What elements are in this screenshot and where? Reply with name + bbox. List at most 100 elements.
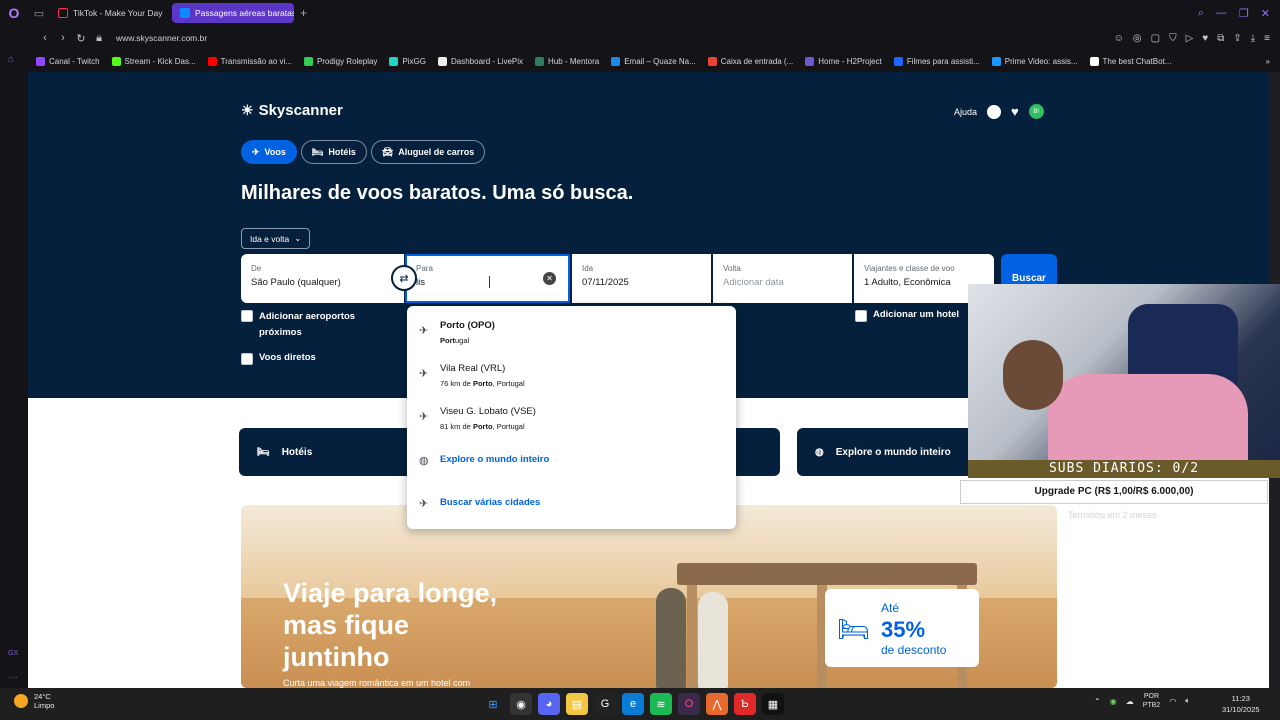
search-icon[interactable]: ⌕ [1198,7,1204,20]
bookmark-item[interactable]: Dashboard - LivePix [438,56,523,66]
bookmark-item[interactable]: Filmes para assisti... [893,56,980,66]
clock[interactable]: 11:23 31/10/2025 [1222,693,1260,715]
back-icon[interactable]: ‹ [36,32,54,44]
minimize-icon[interactable]: — [1216,7,1227,20]
person-head-image [1003,340,1063,410]
avatar[interactable]: BI [1028,104,1044,119]
nearby-airports-checkbox[interactable]: Adicionar aeroportos próximos [241,309,381,341]
suggestion-item[interactable]: ✈ Vila Real (VRL) 76 km de Porto, Portug… [419,363,525,388]
app-red-icon[interactable]: Ƅ [734,693,756,715]
swap-icon[interactable]: ⇄ [391,265,417,291]
file-explorer-icon[interactable]: ▤ [566,693,588,715]
direct-flights-checkbox[interactable]: Voos diretos [241,352,316,365]
url-field[interactable]: www.skyscanner.com.br [116,33,207,43]
new-tab-icon[interactable]: + [300,6,307,20]
add-hotel-checkbox[interactable]: Adicionar um hotel [855,309,959,322]
more-icon[interactable]: ··· [8,672,18,683]
bookmark-item[interactable]: Prodigy Roleplay [303,56,377,66]
obs-icon[interactable]: ◉ [510,693,532,715]
opera-icon[interactable]: O [678,693,700,715]
tab-car-rental[interactable]: 🚘︎ Aluguel de carros [370,140,486,164]
bookmark-item[interactable]: Email – Quaze Na... [611,56,696,66]
bookmark-item[interactable]: Transmissão ao vi... [207,56,292,66]
bookmark-item[interactable]: The best ChatBot... [1089,56,1171,66]
return-label: Volta [723,264,741,273]
close-icon[interactable]: ✕ [1261,7,1270,20]
opera-logo-icon[interactable]: O [0,0,28,26]
tray-app-icon[interactable]: ◉ [1110,697,1117,706]
menu-icon[interactable]: ≡ [1264,33,1270,44]
bookmark-item[interactable]: Home - H2Project [805,56,882,66]
clock-time: 11:23 [1231,694,1250,703]
explore-link: Explore o mundo inteiro [440,454,550,465]
bookmark-item[interactable]: PixGG [389,56,426,66]
app-black-icon[interactable]: ▦ [762,693,784,715]
bookmark-favicon-icon [1089,56,1099,66]
chevron-up-icon[interactable]: ⌃ [1094,697,1101,706]
play-icon[interactable]: ▷ [1186,33,1194,44]
gx-icon[interactable]: GX [8,650,18,657]
share-icon[interactable]: ⇪ [1233,33,1241,44]
app-g-icon[interactable]: G [594,693,616,715]
bookmark-item[interactable]: Hub - Mentora [535,56,599,66]
return-field[interactable]: Volta Adicionar data [713,254,852,303]
tab-hotels[interactable]: 🛏︎ Hotéis [300,140,367,164]
suggestion-detail: 81 km de Porto, Portugal [440,422,525,431]
bookmarks-overflow-icon[interactable]: » [1266,57,1280,66]
help-link[interactable]: Ajuda [954,107,977,117]
emoji-icon[interactable]: ☺ [1114,33,1124,44]
weather-widget[interactable]: 24°C Limpo [14,692,54,710]
bookmark-label: Prime Video: assis... [1004,56,1078,66]
to-field[interactable]: Para lis ✕ [405,254,570,303]
promo-title: Viaje para longe, mas fique juntinho [283,577,497,673]
skyscanner-logo[interactable]: ☀ Skyscanner [241,102,343,119]
forward-icon[interactable]: › [54,32,72,44]
tab-tiktok[interactable]: TikTok - Make Your Day [50,3,172,23]
tab-hotels-label: Hotéis [328,147,356,157]
app-orange-icon[interactable]: ⋀ [706,693,728,715]
sidebar-home-icon[interactable]: ⌂ [8,54,14,65]
tab-flights[interactable]: ✈ Voos [241,140,297,164]
multi-city-option[interactable]: ✈ Buscar várias cidades [419,497,540,510]
tray-cloud-icon[interactable]: ☁ [1126,697,1134,706]
trip-type-select[interactable]: Ida e volta ⌄ [241,228,311,249]
extensions-icon[interactable]: ⧉ [1217,33,1224,44]
bookmark-item[interactable]: Caixa de entrada (... [707,56,793,66]
tab-skyscanner[interactable]: Passagens aéreas baratas [172,3,294,23]
taskbar: 24°C Limpo ⊞ ◉ ◕ ▤ G e ≋ O ⋀ Ƅ ▦ ⌃ ◉ ☁ P… [0,688,1280,720]
product-tabs: ✈ Voos 🛏︎ Hotéis 🚘︎ Aluguel de carros [241,140,486,164]
suggestion-item[interactable]: ✈ Viseu G. Lobato (VSE) 81 km de Porto, … [419,406,536,431]
spotify-icon[interactable]: ≋ [650,693,672,715]
bookmark-item[interactable]: Canal - Twitch [36,56,100,66]
explore-everywhere-option[interactable]: ◍ Explore o mundo inteiro [419,454,549,467]
reload-icon[interactable]: ↻ [72,32,90,45]
bookmark-item[interactable]: Stream - Kick Das... [111,56,196,66]
windows-start-icon[interactable]: ⊞ [482,693,504,715]
promo-banner[interactable]: Viaje para longe, mas fique juntinho Cur… [241,505,1057,688]
checkbox-box[interactable] [241,310,253,322]
checkbox-box[interactable] [855,310,867,322]
snapshot-icon[interactable]: ▢ [1151,33,1160,44]
wifi-icon[interactable]: ◠ [1169,697,1176,706]
edge-icon[interactable]: e [622,693,644,715]
bookmark-favicon-icon [303,56,313,66]
heart-icon[interactable]: ♥ [1202,33,1208,44]
bookmark-item[interactable]: Prime Video: assis... [991,56,1078,66]
language-indicator[interactable]: POR PTB2 [1143,692,1161,710]
camera-icon[interactable]: ◎ [1133,33,1142,44]
badge-percent: 35% [881,617,926,642]
to-input[interactable]: lis [416,277,559,288]
suggestion-item[interactable]: ✈ Porto (OPO) Portugal [419,320,495,345]
favorites-icon[interactable]: ♥ [1011,104,1019,119]
volume-icon[interactable]: 🔈︎ [1185,696,1190,706]
download-icon[interactable]: ⤓ [1251,33,1255,44]
checkbox-box[interactable] [241,353,253,365]
tab-islands-icon[interactable]: ▭ [28,7,50,20]
shield-icon[interactable]: ⛉ [1169,33,1177,44]
clear-input-icon[interactable]: ✕ [543,272,556,285]
globe-icon[interactable] [987,104,1002,119]
depart-field[interactable]: Ida 07/11/2025 [572,254,711,303]
from-field[interactable]: De São Paulo (qualquer) [241,254,404,303]
restore-icon[interactable]: ❐ [1239,7,1249,20]
discord-icon[interactable]: ◕ [538,693,560,715]
